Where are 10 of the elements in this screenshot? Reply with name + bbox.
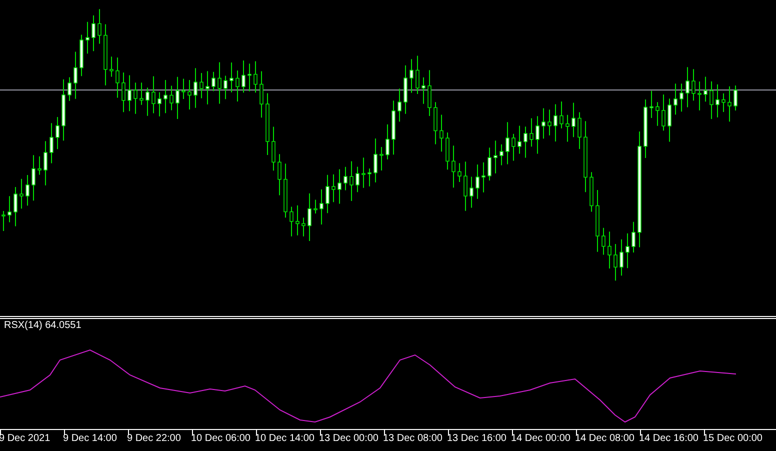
time-axis-label: 10 Dec 14:00 bbox=[255, 434, 314, 444]
time-axis-label: 13 Dec 08:00 bbox=[383, 434, 442, 444]
time-axis-label: 15 Dec 00:00 bbox=[703, 434, 762, 444]
indicator-label: RSX(14) 64.0551 bbox=[4, 321, 82, 331]
time-axis-label: 10 Dec 06:00 bbox=[191, 434, 250, 444]
time-axis-label: 14 Dec 08:00 bbox=[575, 434, 634, 444]
time-axis-label: 14 Dec 00:00 bbox=[511, 434, 570, 444]
time-axis-label: 13 Dec 00:00 bbox=[319, 434, 378, 444]
time-axis-label: 13 Dec 16:00 bbox=[447, 434, 506, 444]
time-axis-label: 14 Dec 16:00 bbox=[639, 434, 698, 444]
